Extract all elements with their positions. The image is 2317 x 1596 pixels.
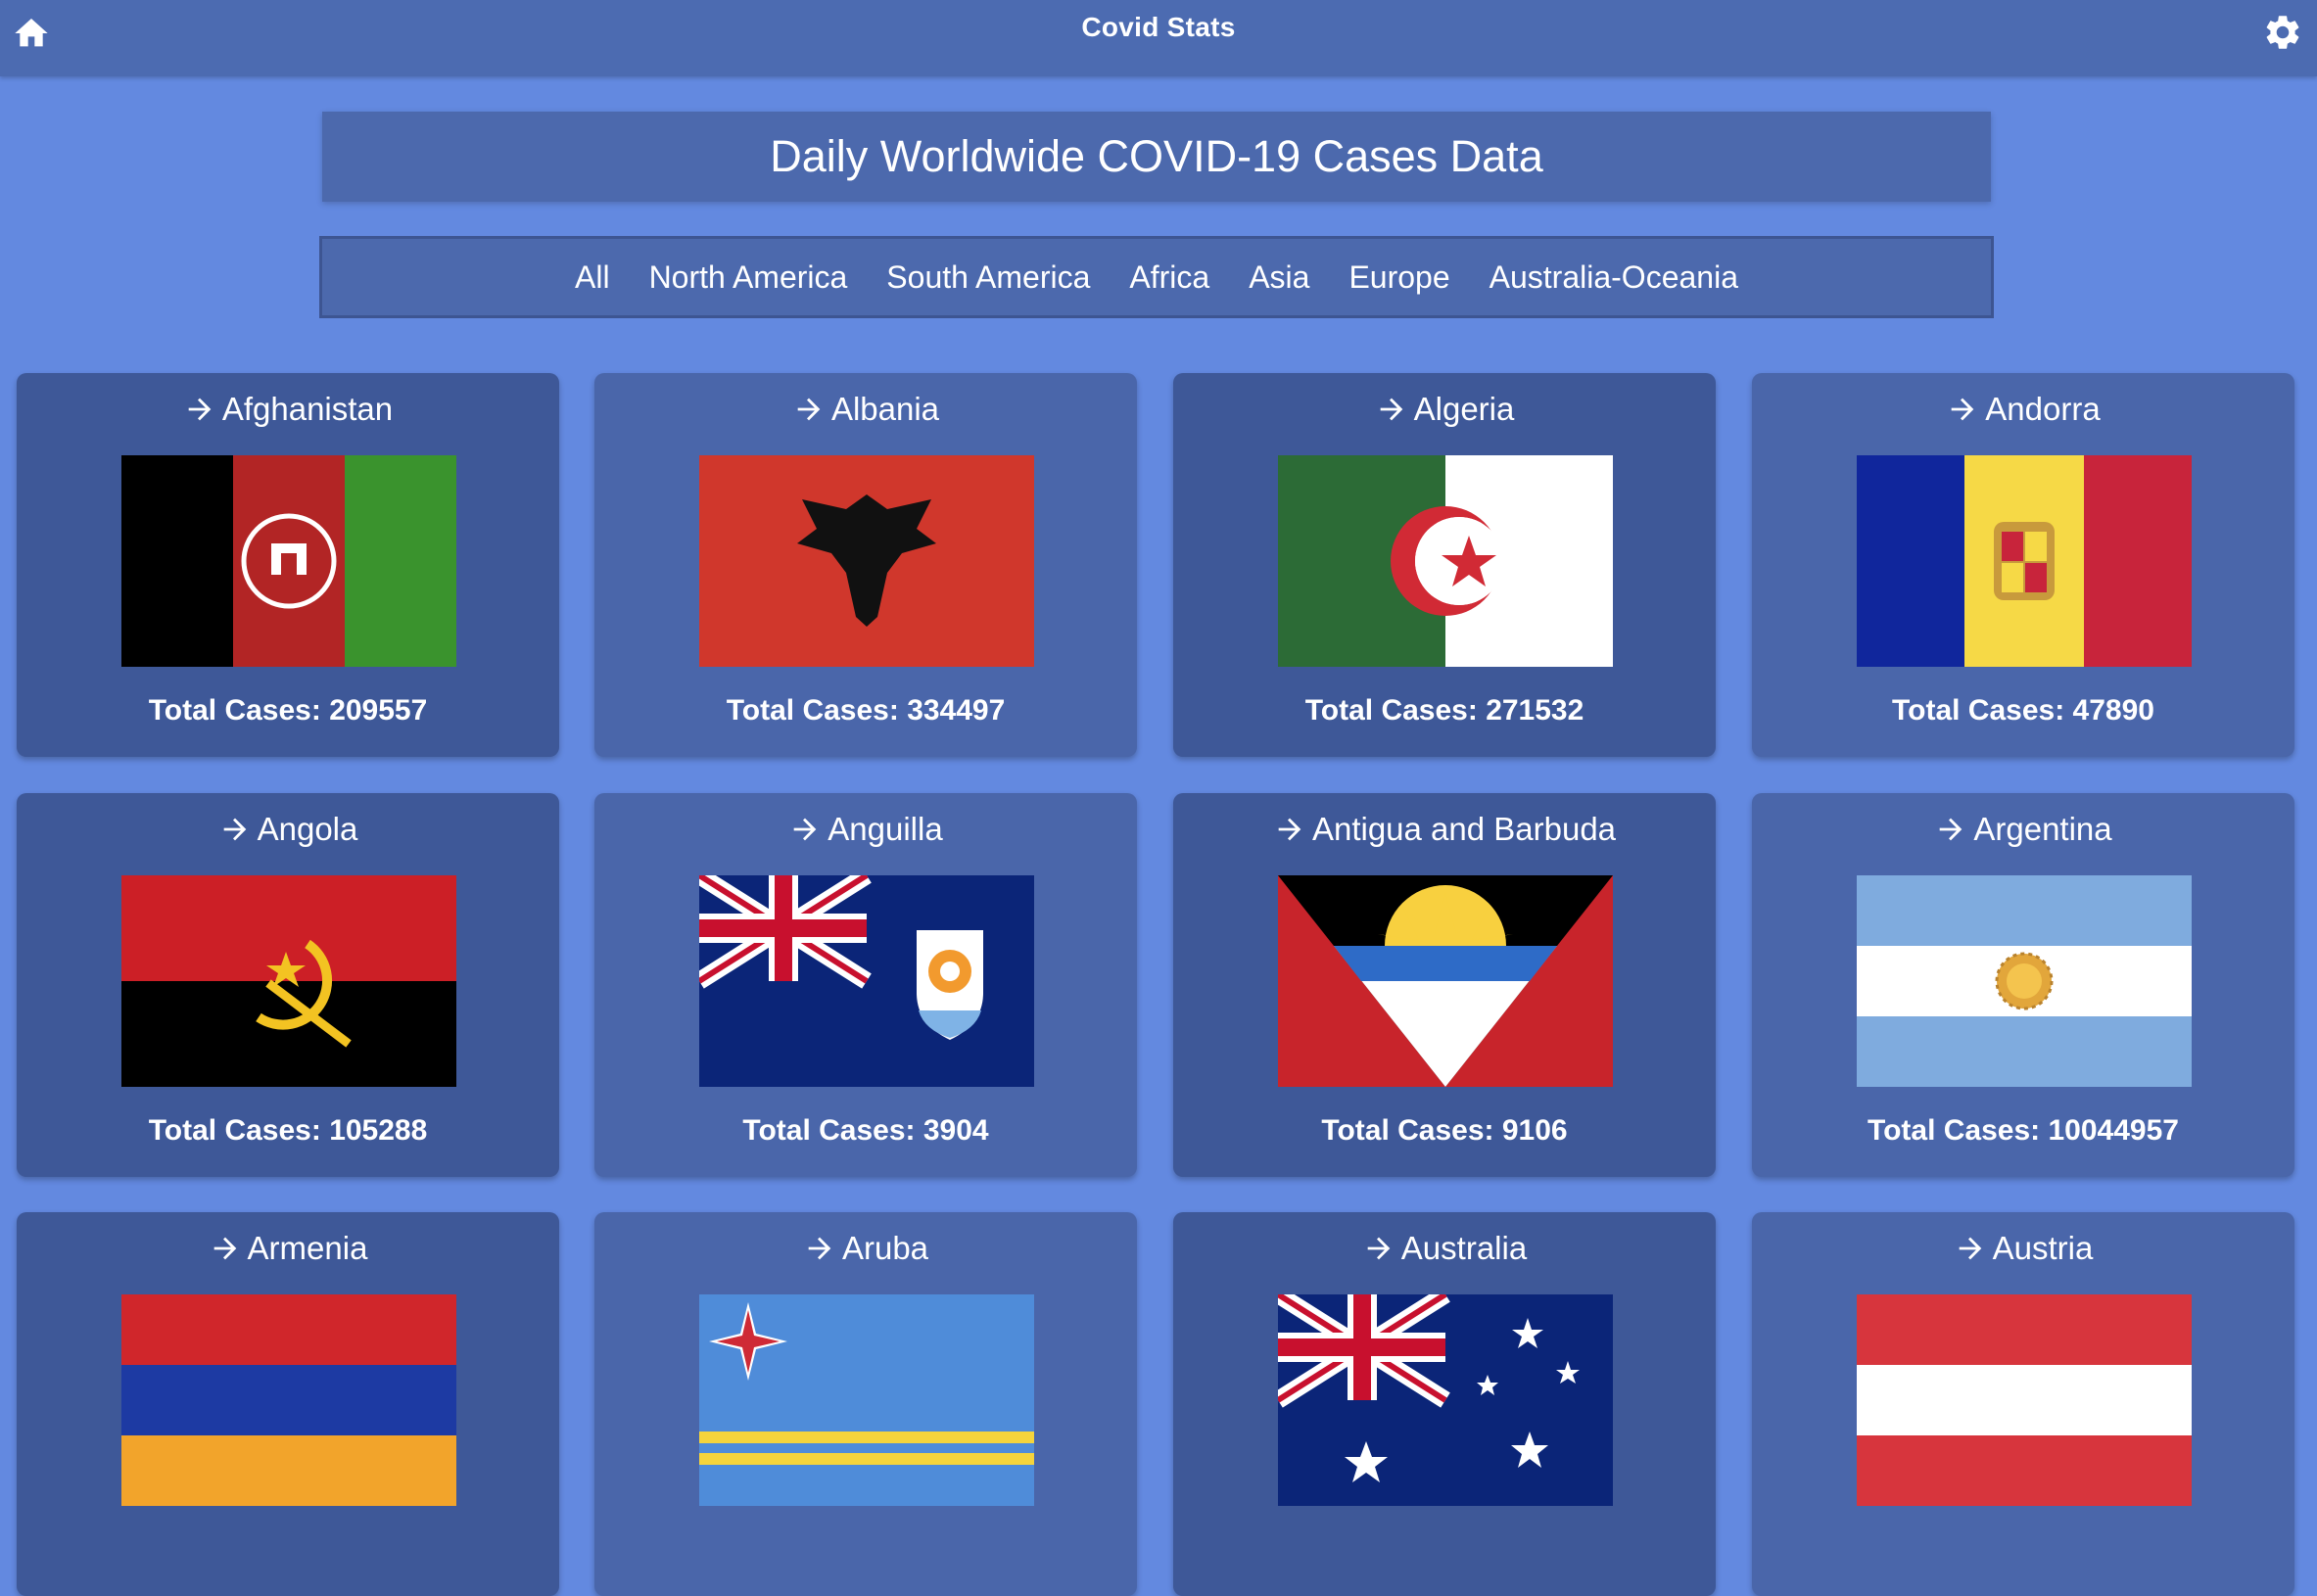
country-name: Austria (1992, 1230, 2094, 1266)
arrow-right-icon (1278, 818, 1301, 841)
arrow-right-icon (1959, 1237, 1981, 1260)
cases-label: Total Cases: (1321, 1114, 1502, 1147)
cases-value: 271532 (1486, 694, 1584, 727)
cases-label: Total Cases: (726, 694, 908, 727)
arrow-right-icon (808, 1237, 831, 1260)
country-name: Anguilla (828, 811, 943, 847)
arrow-right-icon (223, 818, 246, 841)
filter-south-america[interactable]: South America (886, 259, 1090, 296)
country-card-australia[interactable]: Australia (1173, 1212, 1716, 1596)
country-card-angola[interactable]: Angola Total Cases: 105288 (17, 793, 559, 1177)
country-card-argentina[interactable]: Argentina Total Cases: 10044957 (1752, 793, 2294, 1177)
cases-value: 105288 (329, 1114, 428, 1147)
country-name: Angola (257, 811, 358, 847)
arrow-right-icon (213, 1237, 236, 1260)
filter-north-america[interactable]: North America (649, 259, 848, 296)
country-card-anguilla[interactable]: Anguilla Total Cases: 3904 (594, 793, 1137, 1177)
country-card-austria[interactable]: Austria (1752, 1212, 2294, 1596)
cases-label: Total Cases: (148, 694, 330, 727)
anguilla-flag (699, 875, 1034, 1087)
cases-label: Total Cases: (1304, 694, 1487, 727)
top-app-bar: Covid Stats (0, 0, 2317, 76)
app-title: Covid Stats (1081, 12, 1236, 42)
page-banner: Daily Worldwide COVID-19 Cases Data (322, 112, 1991, 202)
cases-value: 47890 (2072, 694, 2154, 727)
country-card-andorra[interactable]: Andorra Total Cases: 47890 (1752, 373, 2294, 757)
australia-flag (1278, 1294, 1613, 1506)
cases-value: 10044957 (2048, 1114, 2179, 1147)
angola-flag (121, 875, 456, 1087)
country-name: Afghanistan (221, 391, 394, 427)
country-name: Argentina (1973, 811, 2112, 847)
algeria-flag (1278, 455, 1613, 667)
cases-value: 209557 (329, 694, 428, 727)
country-card-antigua-and-barbuda[interactable]: Antigua and Barbuda Total Cases: 9106 (1173, 793, 1716, 1177)
cases-label: Total Cases: (1892, 694, 2073, 727)
cases-label: Total Cases: (1868, 1114, 2049, 1147)
country-card-aruba[interactable]: Aruba (594, 1212, 1137, 1596)
cases-label: Total Cases: (742, 1114, 923, 1147)
cases-value: 3904 (922, 1114, 989, 1147)
antigua-and-barbuda-flag (1278, 875, 1613, 1087)
filter-australia-oceania[interactable]: Australia-Oceania (1490, 259, 1738, 296)
region-filter-bar: All North America South America Africa A… (319, 236, 1994, 318)
afghanistan-flag (121, 455, 456, 667)
andorra-flag (1857, 455, 2192, 667)
arrow-right-icon (797, 398, 821, 421)
aruba-flag (699, 1294, 1034, 1506)
albania-flag (699, 455, 1034, 667)
argentina-flag (1857, 875, 2192, 1087)
country-name: Armenia (247, 1230, 368, 1266)
cases-value: 334497 (907, 694, 1006, 727)
filter-europe[interactable]: Europe (1348, 259, 1449, 296)
gear-icon[interactable] (2262, 12, 2303, 53)
arrow-right-icon (1380, 398, 1402, 421)
country-name: Albania (830, 391, 940, 427)
austria-flag (1857, 1294, 2192, 1506)
cases-label: Total Cases: (148, 1114, 330, 1147)
country-card-afghanistan[interactable]: Afghanistan Total Cases: 209557 (17, 373, 559, 757)
arrow-right-icon (1367, 1237, 1391, 1260)
arrow-right-icon (188, 398, 212, 421)
filter-africa[interactable]: Africa (1129, 259, 1209, 296)
filter-all[interactable]: All (575, 259, 610, 296)
country-card-albania[interactable]: Albania Total Cases: 334497 (594, 373, 1137, 757)
country-card-algeria[interactable]: Algeria Total Cases: 271532 (1173, 373, 1716, 757)
cases-value: 9106 (1501, 1114, 1568, 1147)
country-name: Antigua and Barbuda (1311, 811, 1617, 847)
arrow-right-icon (1940, 818, 1962, 841)
country-name: Australia (1400, 1230, 1528, 1266)
arrow-right-icon (793, 818, 817, 841)
country-name: Andorra (1985, 391, 2101, 427)
armenia-flag (121, 1294, 456, 1506)
arrow-right-icon (1951, 398, 1974, 421)
filter-asia[interactable]: Asia (1249, 259, 1309, 296)
country-name: Algeria (1413, 391, 1515, 427)
country-name: Aruba (841, 1230, 929, 1266)
country-card-armenia[interactable]: Armenia (17, 1212, 559, 1596)
